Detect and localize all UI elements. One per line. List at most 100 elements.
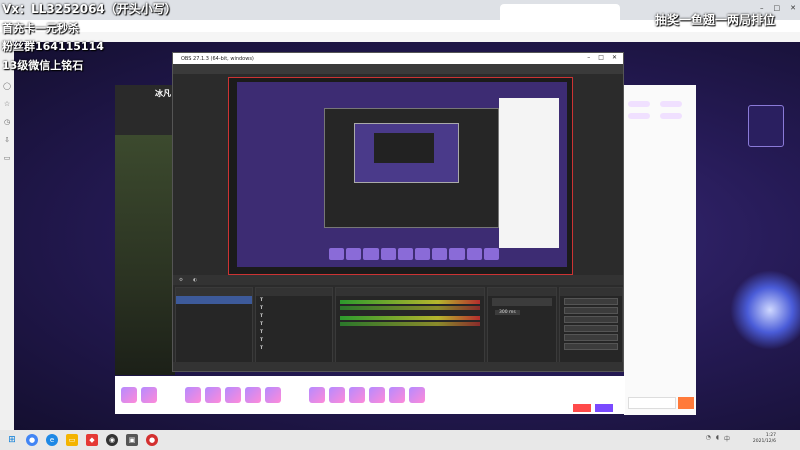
- user-badge: [659, 113, 682, 119]
- volume-slider[interactable]: [340, 306, 480, 310]
- start-streaming-button[interactable]: [564, 298, 618, 305]
- source-item[interactable]: T: [256, 296, 332, 304]
- gift-icon[interactable]: [245, 387, 261, 403]
- duration-row: 300 ms: [488, 308, 556, 316]
- preview-gift-row: [329, 248, 500, 260]
- source-item[interactable]: T: [256, 312, 332, 320]
- scene-item[interactable]: [176, 296, 252, 304]
- controls-dock: [559, 287, 623, 363]
- properties-button[interactable]: ⚙: [179, 278, 183, 283]
- preview-chat-strip: [499, 98, 559, 248]
- chat-panel: [624, 85, 696, 415]
- app-icon[interactable]: ●: [146, 434, 158, 446]
- studio-mode-button[interactable]: [564, 325, 618, 332]
- scene-transitions-dock: 300 ms: [487, 287, 557, 363]
- text-source-icon: T: [260, 345, 264, 351]
- gift-icon[interactable]: [369, 387, 385, 403]
- overlay-wechat-text: Vx：LL3252064（开头小写）: [2, 2, 177, 16]
- backpack-button[interactable]: [595, 404, 613, 412]
- user-badge: [659, 101, 682, 107]
- close-icon[interactable]: ✕: [790, 4, 796, 12]
- windows-start-icon[interactable]: ⊞: [6, 434, 18, 446]
- minimize-icon[interactable]: –: [587, 54, 590, 61]
- exit-button[interactable]: [564, 343, 618, 350]
- gift-icon[interactable]: [185, 387, 201, 403]
- source-item[interactable]: T: [256, 320, 332, 328]
- obs-icon[interactable]: ◉: [106, 434, 118, 446]
- clock-date: 2021/12/6: [752, 439, 776, 444]
- source-item[interactable]: T: [256, 336, 332, 344]
- system-tray: ◔ ◖ 中: [706, 434, 730, 443]
- gift-icon[interactable]: [389, 387, 405, 403]
- device-icon[interactable]: ▭: [4, 154, 11, 162]
- volume-meter: [340, 316, 480, 320]
- taskbar-clock[interactable]: 1:27 2021/12/6: [753, 433, 776, 445]
- gift-icon[interactable]: [265, 387, 281, 403]
- browser-side-rail: ◯ ☆ ◷ ⇩ ▭: [0, 42, 14, 430]
- obs-title: OBS 27.1.3 (64-bit, windows): [181, 55, 254, 62]
- sources-dock: T T T T T T T: [255, 287, 333, 363]
- app-icon[interactable]: ◆: [86, 434, 98, 446]
- filters-button[interactable]: ◐: [193, 278, 197, 283]
- source-item[interactable]: T: [256, 304, 332, 312]
- chat-input[interactable]: [628, 397, 676, 409]
- decor-orb: [730, 270, 800, 350]
- source-item[interactable]: T: [256, 344, 332, 352]
- gift-icon[interactable]: [205, 387, 221, 403]
- preview-recursive-frame: [374, 133, 434, 163]
- folder-icon[interactable]: ▭: [66, 434, 78, 446]
- duration-input[interactable]: 300 ms: [495, 309, 520, 315]
- recharge-button[interactable]: [573, 404, 591, 412]
- app-icon[interactable]: ▣: [126, 434, 138, 446]
- gift-icon[interactable]: [121, 387, 137, 403]
- virtual-camera-button[interactable]: [564, 316, 618, 323]
- browser-tab[interactable]: [500, 4, 620, 20]
- gift-icon[interactable]: [409, 387, 425, 403]
- gift-icon[interactable]: [225, 387, 241, 403]
- mixer-header: [336, 288, 484, 296]
- live-video-area[interactable]: [115, 135, 175, 375]
- scenes-dock: [175, 287, 253, 363]
- bookmark-icon[interactable]: ☆: [4, 100, 10, 108]
- text-source-icon: T: [260, 297, 264, 303]
- scenes-header: [176, 288, 252, 296]
- obs-preview[interactable]: [228, 77, 573, 275]
- network-icon[interactable]: ◔: [706, 434, 711, 443]
- gift-icon[interactable]: [349, 387, 365, 403]
- edge-icon[interactable]: e: [46, 434, 58, 446]
- gift-icon[interactable]: [329, 387, 345, 403]
- download-icon[interactable]: ⇩: [4, 136, 10, 144]
- overlay-fangroup-text: 粉丝群164115114: [2, 40, 104, 53]
- overlay-level-text: 13级微信上铭石: [2, 59, 84, 72]
- obs-status-footer: [173, 362, 623, 371]
- volume-icon[interactable]: ◖: [716, 434, 719, 443]
- controls-header: [560, 288, 622, 296]
- bookmarks-bar: [0, 32, 800, 42]
- ime-icon[interactable]: 中: [724, 434, 730, 443]
- audio-mixer-dock: [335, 287, 485, 363]
- chat-icon[interactable]: ◯: [3, 82, 11, 90]
- transition-select[interactable]: [492, 298, 552, 306]
- text-source-icon: T: [260, 313, 264, 319]
- mixer-channel-label: [336, 312, 484, 314]
- settings-button[interactable]: [564, 334, 618, 341]
- send-button[interactable]: [678, 397, 694, 409]
- obs-title-bar: OBS 27.1.3 (64-bit, windows) – □ ✕: [173, 53, 623, 64]
- volume-meter: [340, 300, 480, 304]
- user-badge: [628, 113, 650, 119]
- gift-icon[interactable]: [309, 387, 325, 403]
- chrome-icon[interactable]: ●: [26, 434, 38, 446]
- start-recording-button[interactable]: [564, 307, 618, 314]
- close-icon[interactable]: ✕: [612, 54, 617, 61]
- gift-bar: [115, 376, 625, 414]
- user-badge: [628, 101, 650, 107]
- text-source-icon: T: [260, 305, 264, 311]
- history-icon[interactable]: ◷: [4, 118, 10, 126]
- gift-icon[interactable]: [141, 387, 157, 403]
- sources-header: [256, 288, 332, 296]
- chat-message: [624, 163, 696, 167]
- promo-badge[interactable]: [748, 105, 784, 147]
- source-item[interactable]: T: [256, 328, 332, 336]
- volume-slider[interactable]: [340, 322, 480, 326]
- maximize-icon[interactable]: □: [598, 54, 604, 61]
